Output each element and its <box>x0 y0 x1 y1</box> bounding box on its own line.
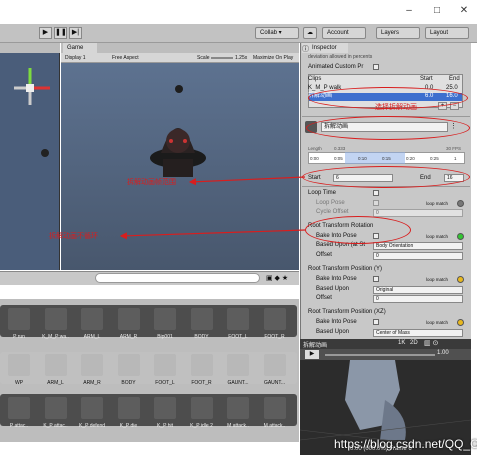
annotation-arrows <box>119 176 306 240</box>
